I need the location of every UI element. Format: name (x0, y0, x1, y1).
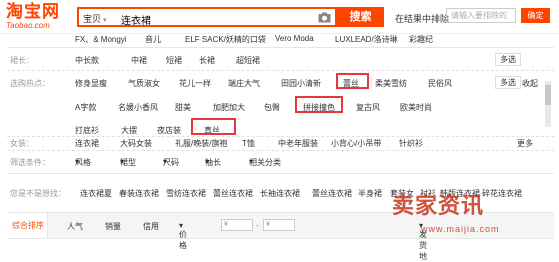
taobao-logo[interactable]: 淘宝网 Taobao.com (6, 3, 70, 30)
popular-item[interactable]: 名媛小香风 (118, 102, 158, 113)
search-input[interactable]: 连衣裙 (121, 12, 151, 27)
filter-panel: FX、& Mongyi 音儿 ELF SACK/妖精的口袋 Vero Moda … (7, 33, 554, 205)
women-item[interactable]: 小背心/小吊带 (331, 138, 381, 149)
filter-dropdown[interactable]: 袖长 ▾ (205, 157, 221, 167)
popular-item[interactable]: 包臀 (264, 102, 280, 113)
brand-item[interactable]: FX、& Mongyi (75, 34, 127, 45)
collapse-button[interactable]: 收起 (522, 78, 538, 89)
sort-tab-default[interactable]: 综合排序 (7, 213, 48, 238)
divider (7, 173, 554, 174)
popular-item[interactable]: 打底衫 (75, 125, 99, 136)
popular-item[interactable]: 夜店装 (157, 125, 181, 136)
length-item[interactable]: 超短裙 (236, 55, 260, 66)
brand-item[interactable]: LUXLEAD/洛诗琳 (335, 34, 398, 45)
price-dash: - (256, 221, 259, 230)
divider (7, 47, 554, 48)
sort-tab-sales[interactable]: 销量 (105, 221, 121, 232)
suggest-item[interactable]: 长袖连衣裙 (260, 188, 300, 199)
popular-item[interactable]: 大摆 (121, 125, 137, 136)
more-button[interactable]: 更多 (517, 138, 533, 149)
suggest-item[interactable]: 连衣裙夏 (80, 188, 112, 199)
watermark: 卖家资讯 (392, 193, 485, 218)
divider (7, 136, 554, 137)
search-button[interactable]: 搜索 (337, 7, 384, 27)
brand-item[interactable]: 彩趣纪 (409, 34, 433, 45)
length-item[interactable]: 长裙 (199, 55, 215, 66)
highlight-patchwork (295, 96, 343, 113)
highlight-lace (336, 73, 369, 89)
women-item[interactable]: 连衣裙 (75, 138, 99, 149)
suggest-item[interactable]: 蕾丝连衣裙 (213, 188, 253, 199)
length-label: 裙长： (10, 56, 34, 65)
women-item[interactable]: 针织衫 (399, 138, 423, 149)
popular-item[interactable]: 花儿一样 (179, 78, 211, 89)
chevron-down-icon: ▾ (103, 17, 107, 24)
brand-item[interactable]: Vero Moda (275, 34, 314, 43)
camera-icon[interactable] (318, 12, 331, 23)
women-item[interactable]: T恤 (242, 138, 255, 149)
scope-label: 宝贝 (83, 14, 102, 24)
popular-item[interactable]: 柔美雪纺 (375, 78, 407, 89)
popular-item[interactable]: 气质淑女 (128, 78, 160, 89)
price-to-input[interactable]: ¥ (263, 219, 295, 231)
brand-item[interactable]: ELF SACK/妖精的口袋 (185, 34, 266, 45)
length-item[interactable]: 短裙 (166, 55, 182, 66)
multi-select-button[interactable]: 多选 (495, 76, 521, 89)
popular-item[interactable]: 甜美 (175, 102, 191, 113)
suggest-label: 您是不是想找： (10, 189, 66, 198)
search-box: 宝贝 ▾ 连衣裙 (77, 7, 337, 27)
sort-tab-popularity[interactable]: 人气 (67, 221, 83, 232)
women-item[interactable]: 大码女装 (120, 138, 152, 149)
popular-item[interactable]: 加肥加大 (213, 102, 245, 113)
suggest-item[interactable]: 碎花连衣裙 (482, 188, 522, 199)
highlight-silk (191, 118, 236, 135)
header: 淘宝网 Taobao.com 宝贝 ▾ 连衣裙 搜索 在结果中排除 请输入要排除的… (0, 0, 559, 34)
confirm-button[interactable]: 确定 (521, 8, 550, 23)
filter-dropdown[interactable]: 尺码 ▾ (163, 157, 179, 167)
multi-select-button[interactable]: 多选 (495, 53, 521, 66)
watermark-url: www.maijia.com (421, 224, 500, 234)
brand-item[interactable]: 音儿 (145, 34, 161, 45)
women-item[interactable]: 礼服/晚装/旗袍 (175, 138, 227, 149)
suggest-item[interactable]: 蕾丝连衣裙 (312, 188, 352, 199)
scrollbar[interactable] (545, 81, 551, 127)
popular-item[interactable]: 端庄大气 (228, 78, 260, 89)
divider (7, 70, 554, 71)
sort-tab-credit[interactable]: 信用 (143, 221, 159, 232)
popular-item[interactable]: 田园小清新 (281, 78, 321, 89)
logo-en: Taobao.com (6, 21, 50, 30)
divider (7, 150, 554, 151)
scrollbar-thumb[interactable] (545, 85, 551, 105)
popular-item[interactable]: 修身显瘦 (75, 78, 107, 89)
filter-dropdown[interactable]: 风格 ▾ (75, 157, 91, 167)
sort-tab-label: 综合排序 (12, 221, 44, 230)
sort-tab-price[interactable]: 价格 ▾ (179, 221, 187, 250)
exclude-label: 在结果中排除 (395, 14, 450, 24)
women-item[interactable]: 中老年服装 (278, 138, 318, 149)
length-item[interactable]: 中长款 (75, 55, 99, 66)
popular-item[interactable]: 民俗风 (428, 78, 452, 89)
popular-item[interactable]: 欧美时尚 (400, 102, 432, 113)
price-from-input[interactable]: ¥ (221, 219, 253, 231)
suggest-item[interactable]: 半身裙 (358, 188, 382, 199)
popular-item[interactable]: 复古风 (356, 102, 380, 113)
exclude-input[interactable]: 请输入要排除的 (446, 8, 516, 23)
filter-label: 筛选条件： (10, 158, 50, 167)
popular-label: 选购热点： (10, 79, 50, 88)
filter-dropdown[interactable]: 裙型 ▾ (120, 157, 136, 167)
logo-cn: 淘宝网 (6, 2, 60, 22)
length-item[interactable]: 中裙 (131, 55, 147, 66)
suggest-item[interactable]: 雪纺连衣裙 (166, 188, 206, 199)
search-scope-dropdown[interactable]: 宝贝 ▾ (83, 12, 107, 25)
filter-dropdown[interactable]: 相关分类 ▾ (249, 157, 281, 167)
suggest-item[interactable]: 春装连衣裙 (119, 188, 159, 199)
women-label: 女装： (10, 139, 34, 148)
popular-item[interactable]: A字款 (75, 102, 96, 113)
